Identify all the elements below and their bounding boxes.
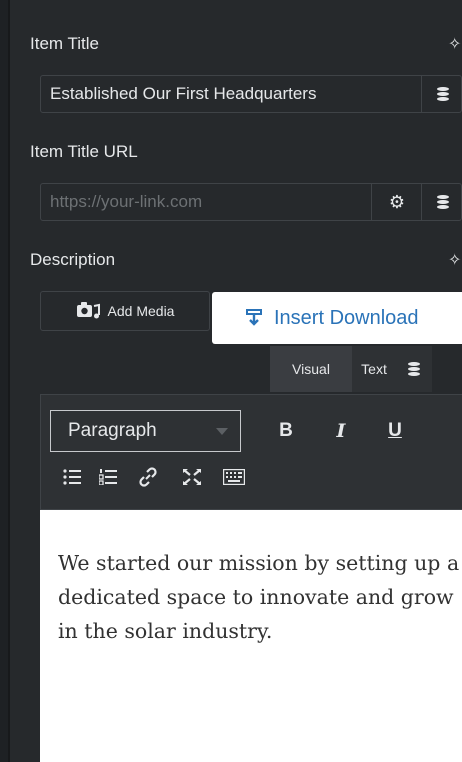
database-icon <box>408 362 420 376</box>
italic-button[interactable]: I <box>326 416 356 446</box>
chevron-down-icon <box>216 428 228 435</box>
download-icon <box>246 309 262 326</box>
item-title-url-field[interactable]: ⚙ <box>40 183 462 221</box>
bullet-list-button[interactable] <box>57 462 87 492</box>
tab-visual[interactable]: Visual <box>270 346 352 392</box>
item-title-label: Item Title <box>30 34 99 53</box>
numbered-list-icon <box>99 469 117 485</box>
insert-download-label: Insert Download <box>274 306 419 329</box>
editor-dynamic-button[interactable] <box>396 346 432 392</box>
add-media-label: Add Media <box>107 303 175 319</box>
dynamic-tags-icon[interactable]: ✧ <box>448 34 462 54</box>
format-select[interactable]: Paragraph <box>50 410 241 452</box>
database-icon <box>437 87 449 101</box>
bullet-list-icon <box>63 469 81 485</box>
tab-text[interactable]: Text <box>352 346 396 392</box>
underline-button[interactable]: U <box>380 416 410 446</box>
bold-button[interactable]: B <box>271 416 301 446</box>
link-options-button[interactable]: ⚙ <box>371 184 422 220</box>
camera-music-icon <box>76 302 100 319</box>
url-dynamic-button[interactable] <box>421 184 461 220</box>
item-title-field[interactable] <box>40 75 462 113</box>
fullscreen-icon <box>183 469 201 485</box>
insert-link-button[interactable] <box>133 462 163 492</box>
editor-toolbar: Paragraph B I U <box>40 394 462 510</box>
dynamic-tags-icon[interactable]: ✧ <box>448 250 462 270</box>
url-input[interactable] <box>41 184 370 220</box>
keyboard-icon <box>223 469 245 485</box>
item-title-input[interactable] <box>41 76 420 112</box>
description-text[interactable]: We started our mission by setting up a d… <box>58 546 462 648</box>
numbered-list-button[interactable] <box>93 462 123 492</box>
editor-content-area[interactable]: We started our mission by setting up a d… <box>40 510 462 762</box>
link-icon <box>139 467 157 487</box>
item-title-dynamic-button[interactable] <box>421 76 461 112</box>
toolbar-toggle-button[interactable] <box>219 462 249 492</box>
editor-mode-tabs: Visual Text <box>270 346 432 392</box>
insert-download-button[interactable]: Insert Download <box>212 292 462 344</box>
fullscreen-button[interactable] <box>177 462 207 492</box>
item-title-url-label: Item Title URL <box>30 142 138 161</box>
left-sidebar-edge <box>0 0 10 762</box>
format-select-value: Paragraph <box>68 420 157 441</box>
description-label: Description <box>30 250 116 269</box>
gear-icon: ⚙ <box>388 191 406 212</box>
database-icon <box>437 195 449 209</box>
add-media-button[interactable]: Add Media <box>40 291 210 331</box>
